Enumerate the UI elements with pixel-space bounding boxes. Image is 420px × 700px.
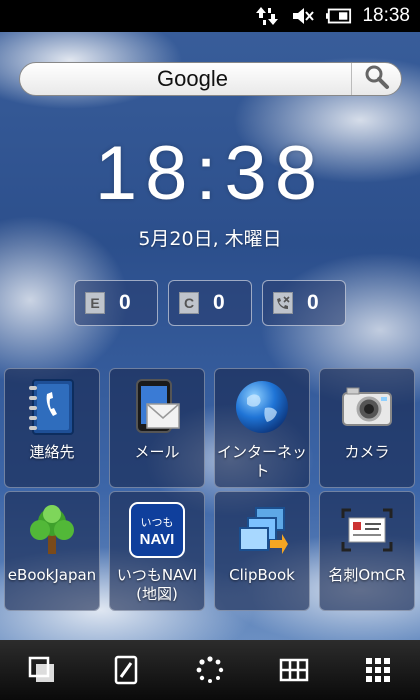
missed-call-count: 0 <box>307 291 319 314</box>
tree-icon <box>22 500 82 560</box>
svg-text:いつも: いつも <box>141 516 174 529</box>
clock-time[interactable]: 18:38 <box>0 130 420 217</box>
navi-icon: いつも NAVI <box>127 500 187 560</box>
status-bar: 18:38 <box>0 0 420 32</box>
search-button[interactable] <box>351 63 401 95</box>
app-label: eBookJapan <box>7 566 97 584</box>
app-menu-icon[interactable] <box>348 645 408 695</box>
email-icon: E <box>85 292 105 314</box>
mail-icon <box>127 377 187 437</box>
message-count: 0 <box>213 291 225 314</box>
status-time: 18:38 <box>362 5 410 26</box>
app-label: 連絡先 <box>29 443 75 461</box>
app-business-card-ocr[interactable]: 名刺OmCR <box>319 491 415 611</box>
loading-icon[interactable] <box>180 645 240 695</box>
app-label: カメラ <box>344 443 390 461</box>
grid-icon[interactable] <box>264 645 324 695</box>
globe-icon <box>232 377 292 437</box>
business-card-icon <box>337 500 397 560</box>
pen-icon[interactable] <box>96 645 156 695</box>
dock-bar <box>0 640 420 700</box>
app-label: 名刺OmCR <box>328 566 406 584</box>
search-label: Google <box>157 66 228 91</box>
missed-call-icon <box>273 292 293 314</box>
app-label: ClipBook <box>229 566 295 584</box>
app-clipbook[interactable]: ClipBook <box>214 491 310 611</box>
message-counter[interactable]: C 0 <box>168 280 252 326</box>
clock-date: 5月20日, 木曜日 <box>138 228 282 250</box>
app-ebookjapan[interactable]: eBookJapan <box>4 491 100 611</box>
search-icon <box>364 64 390 94</box>
app-contacts[interactable]: 連絡先 <box>4 368 100 488</box>
app-mail[interactable]: メール <box>109 368 205 488</box>
email-counter[interactable]: E 0 <box>74 280 158 326</box>
message-icon: C <box>179 292 199 314</box>
google-search-bar[interactable]: Google <box>19 62 402 96</box>
clipbook-icon <box>232 500 292 560</box>
mute-icon <box>290 5 316 27</box>
email-count: 0 <box>119 291 131 314</box>
app-label: インターネッ ト <box>216 443 307 480</box>
notification-counters: E 0 C 0 0 <box>74 280 346 326</box>
svg-text:NAVI: NAVI <box>140 531 175 548</box>
app-grid: 連絡先 メール インターネッ ト カメラ eBookJapan いつも NAVI… <box>4 368 416 611</box>
app-label: メール <box>134 443 180 461</box>
contacts-icon <box>22 377 82 437</box>
camera-icon <box>337 377 397 437</box>
app-itsumo-navi[interactable]: いつも NAVI いつもNAVI (地図) <box>109 491 205 611</box>
windows-icon[interactable] <box>12 645 72 695</box>
app-label: いつもNAVI (地図) <box>116 566 198 603</box>
network-transfer-icon <box>254 5 280 27</box>
app-internet[interactable]: インターネッ ト <box>214 368 310 488</box>
app-camera[interactable]: カメラ <box>319 368 415 488</box>
missed-call-counter[interactable]: 0 <box>262 280 346 326</box>
battery-icon <box>326 5 352 27</box>
